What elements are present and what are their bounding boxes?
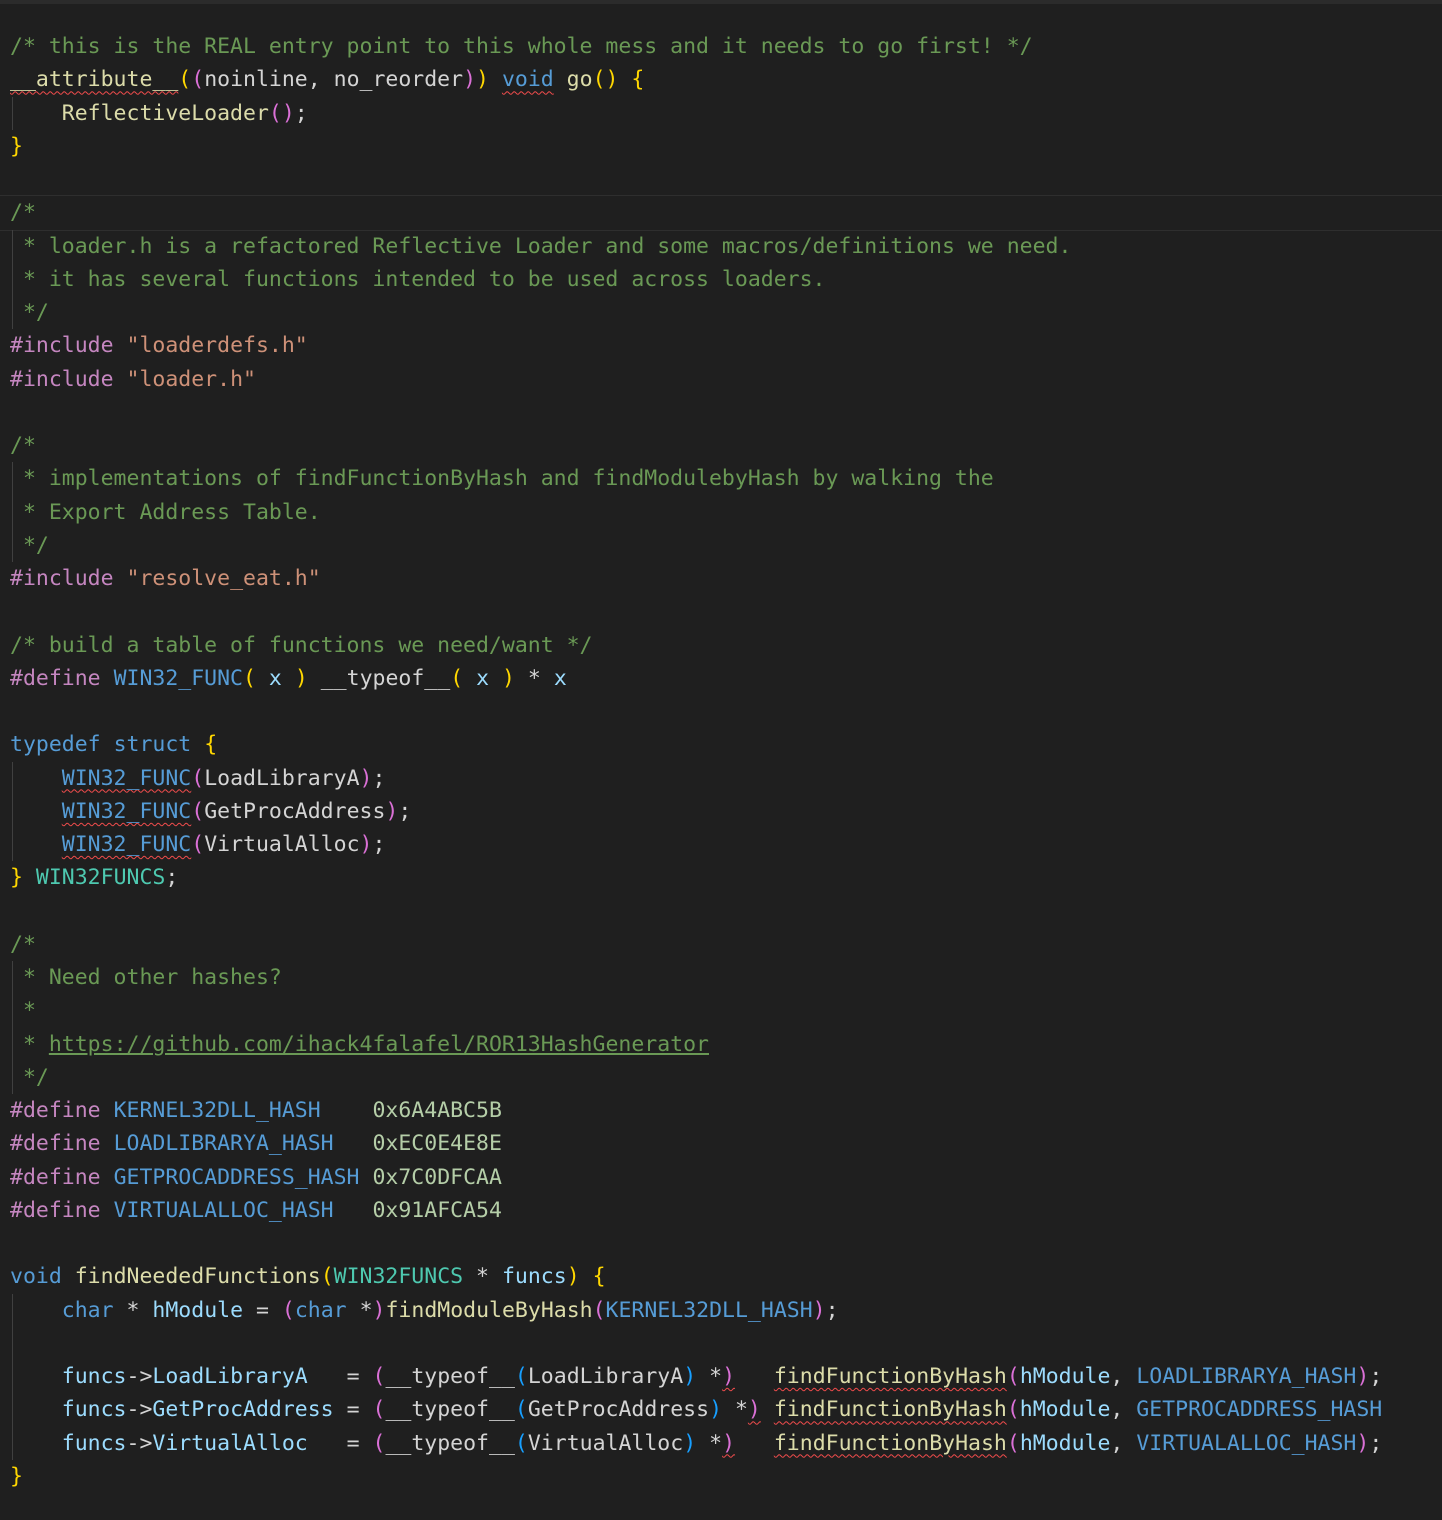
- code-area[interactable]: /* this is the REAL entry point to this …: [0, 30, 1442, 1493]
- comment: * implementations of findFunctionByHash …: [10, 466, 994, 492]
- code-line: __attribute__((noinline, no_reorder)) vo…: [10, 67, 645, 93]
- macro-name: GETPROCADDRESS_HASH: [113, 1164, 360, 1190]
- code-line: #define LOADLIBRARYA_HASH 0xEC0E4E8E: [10, 1127, 1442, 1160]
- comment: * Export Address Table.: [10, 499, 321, 525]
- hash-value: 0x6A4ABC5B: [372, 1098, 502, 1123]
- comment: */: [10, 532, 49, 558]
- type-name: WIN32FUNCS: [35, 865, 166, 891]
- macro-name: KERNEL32DLL_HASH: [113, 1098, 321, 1123]
- function-name: go: [566, 67, 593, 93]
- code-line: #include "loader.h": [10, 363, 1442, 396]
- code-line: } WIN32FUNCS;: [10, 865, 179, 891]
- code-line: * it has several functions intended to b…: [10, 262, 1442, 296]
- comment: * it has several functions intended to b…: [10, 266, 826, 292]
- function-name: findNeededFunctions: [74, 1264, 321, 1290]
- code-line: char * hModule = (char *)findModuleByHas…: [10, 1293, 1442, 1327]
- include-directive: #include: [10, 566, 114, 591]
- code-line: /* this is the REAL entry point to this …: [10, 30, 1442, 63]
- macro-name: VIRTUALALLOC_HASH: [113, 1197, 334, 1223]
- code-line: */: [10, 296, 1442, 330]
- comment: * loader.h is a refactored Reflective Lo…: [10, 233, 1072, 259]
- code-line: funcs->VirtualAlloc = (__typeof__(Virtua…: [10, 1426, 1442, 1460]
- code-line: #include "resolve_eat.h": [10, 562, 1442, 595]
- code-line: #define VIRTUALALLOC_HASH 0x91AFCA54: [10, 1194, 1442, 1227]
- code-line: * loader.h is a refactored Reflective Lo…: [10, 229, 1442, 263]
- comment: /*: [10, 433, 36, 458]
- comment: * Need other hashes?: [10, 965, 282, 990]
- function-call: findModuleByHash: [385, 1297, 593, 1323]
- comment: */: [10, 1064, 49, 1090]
- code-line: funcs->LoadLibraryA = (__typeof__(LoadLi…: [10, 1360, 1442, 1394]
- code-line: void findNeededFunctions(WIN32FUNCS * fu…: [10, 1264, 606, 1290]
- function-call: findFunctionByHash: [773, 1397, 1007, 1423]
- code-line: ReflectiveLoader();: [10, 96, 1442, 130]
- define-directive: #define: [10, 1197, 101, 1223]
- code-line: #define WIN32_FUNC( x ) __typeof__( x ) …: [10, 665, 567, 691]
- define-directive: #define: [10, 1098, 101, 1123]
- code-line: typedef struct {: [10, 732, 218, 758]
- comment: /*: [10, 200, 36, 226]
- hash-value: 0xEC0E4E8E: [372, 1131, 502, 1157]
- code-line-current: /*: [0, 195, 1442, 231]
- code-line: WIN32_FUNC(VirtualAlloc);: [10, 828, 1442, 862]
- comment: /*: [10, 931, 36, 957]
- code-line: #define KERNEL32DLL_HASH 0x6A4ABC5B: [10, 1094, 1442, 1127]
- macro-call: WIN32_FUNC: [61, 765, 192, 791]
- comment: */: [10, 300, 49, 325]
- macro-name: LOADLIBRARYA_HASH: [113, 1131, 334, 1157]
- typedef-keyword: typedef: [10, 732, 101, 758]
- struct-keyword: struct: [113, 732, 192, 758]
- code-line: WIN32_FUNC(LoadLibraryA);: [10, 761, 1442, 795]
- attribute-args: noinline, no_reorder: [204, 67, 464, 93]
- include-path: "loaderdefs.h": [126, 333, 308, 359]
- code-line: WIN32_FUNC(GetProcAddress);: [10, 794, 1442, 828]
- code-line: /*: [10, 429, 1442, 462]
- code-line: #define GETPROCADDRESS_HASH 0x7C0DFCAA: [10, 1161, 1442, 1194]
- define-directive: #define: [10, 1164, 101, 1190]
- comment: /* build a table of functions we need/wa…: [10, 632, 593, 658]
- code-line: * https://github.com/ihack4falafel/ROR13…: [10, 1027, 1442, 1061]
- code-line: /*: [10, 928, 1442, 961]
- function-call: findFunctionByHash: [773, 1430, 1007, 1456]
- hash-value: 0x7C0DFCAA: [372, 1164, 502, 1190]
- code-line: * implementations of findFunctionByHash …: [10, 462, 1442, 496]
- comment: *: [10, 998, 36, 1024]
- function-call: findFunctionByHash: [773, 1364, 1007, 1389]
- code-editor[interactable]: /* this is the REAL entry point to this …: [0, 0, 1442, 1520]
- comment-link[interactable]: https://github.com/ihack4falafel/ROR13Ha…: [49, 1032, 709, 1057]
- macro-call: WIN32_FUNC: [61, 832, 192, 857]
- comment: /* this is the REAL entry point to this …: [10, 34, 1033, 59]
- include-directive: #include: [10, 333, 114, 359]
- include-path: "loader.h": [126, 366, 256, 392]
- code-line: }: [10, 133, 23, 159]
- code-line: /* build a table of functions we need/wa…: [10, 629, 1442, 662]
- function-call: ReflectiveLoader: [61, 100, 269, 126]
- code-line: * Need other hashes?: [10, 961, 1442, 995]
- macro-call: WIN32_FUNC: [61, 798, 192, 824]
- define-directive: #define: [10, 1131, 101, 1157]
- code-line: #include "loaderdefs.h": [10, 329, 1442, 362]
- code-line: }: [10, 1463, 23, 1489]
- macro-name: WIN32_FUNC: [113, 665, 244, 691]
- code-line: * Export Address Table.: [10, 495, 1442, 529]
- attribute-keyword: __attribute__: [10, 67, 179, 93]
- hash-value: 0x91AFCA54: [372, 1197, 502, 1223]
- code-line: */: [10, 528, 1442, 562]
- void-keyword: void: [501, 67, 554, 93]
- include-directive: #include: [10, 366, 114, 392]
- void-keyword: void: [10, 1264, 62, 1290]
- define-directive: #define: [10, 665, 101, 691]
- code-line: */: [10, 1060, 1442, 1094]
- code-line: [10, 1326, 1442, 1360]
- include-path: "resolve_eat.h": [126, 566, 321, 591]
- code-line: *: [10, 994, 1442, 1028]
- code-line: funcs->GetProcAddress = (__typeof__(GetP…: [10, 1393, 1442, 1427]
